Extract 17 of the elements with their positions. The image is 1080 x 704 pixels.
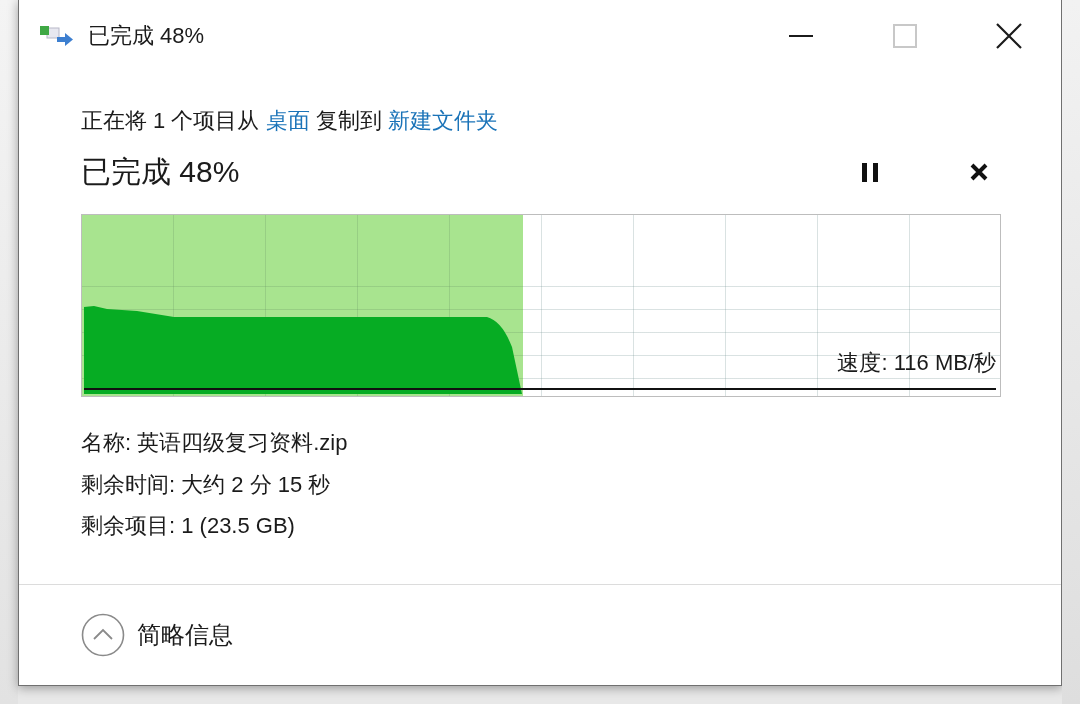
details-toggle[interactable]: 简略信息 <box>81 613 233 657</box>
close-icon <box>996 23 1022 49</box>
folder-link[interactable]: 新建文件夹 <box>387 108 498 133</box>
progress-heading: 已完成 48% <box>81 154 241 190</box>
minimize-icon <box>789 35 813 37</box>
window-title: 已完成 48% <box>88 22 206 50</box>
speed-label: 速度: 116 MB/秒 <box>837 350 996 376</box>
copy-arrow-icon <box>40 26 73 46</box>
close-icon <box>970 163 988 181</box>
folder-link[interactable]: 桌面 <box>265 108 310 133</box>
detail-text: 剩余项目: 1 (23.5 GB) <box>81 512 296 540</box>
maximize-icon <box>893 24 917 48</box>
copy-status-text: 正在将 1 个项目从 桌面 复制到 新建文件夹 <box>81 107 499 135</box>
pause-icon <box>862 162 878 182</box>
chevron-up-icon <box>81 613 125 657</box>
detail-text: 名称: 英语四级复习资料.zip <box>81 429 349 457</box>
detail-text: 剩余时间: 大约 2 分 15 秒 <box>81 470 332 499</box>
